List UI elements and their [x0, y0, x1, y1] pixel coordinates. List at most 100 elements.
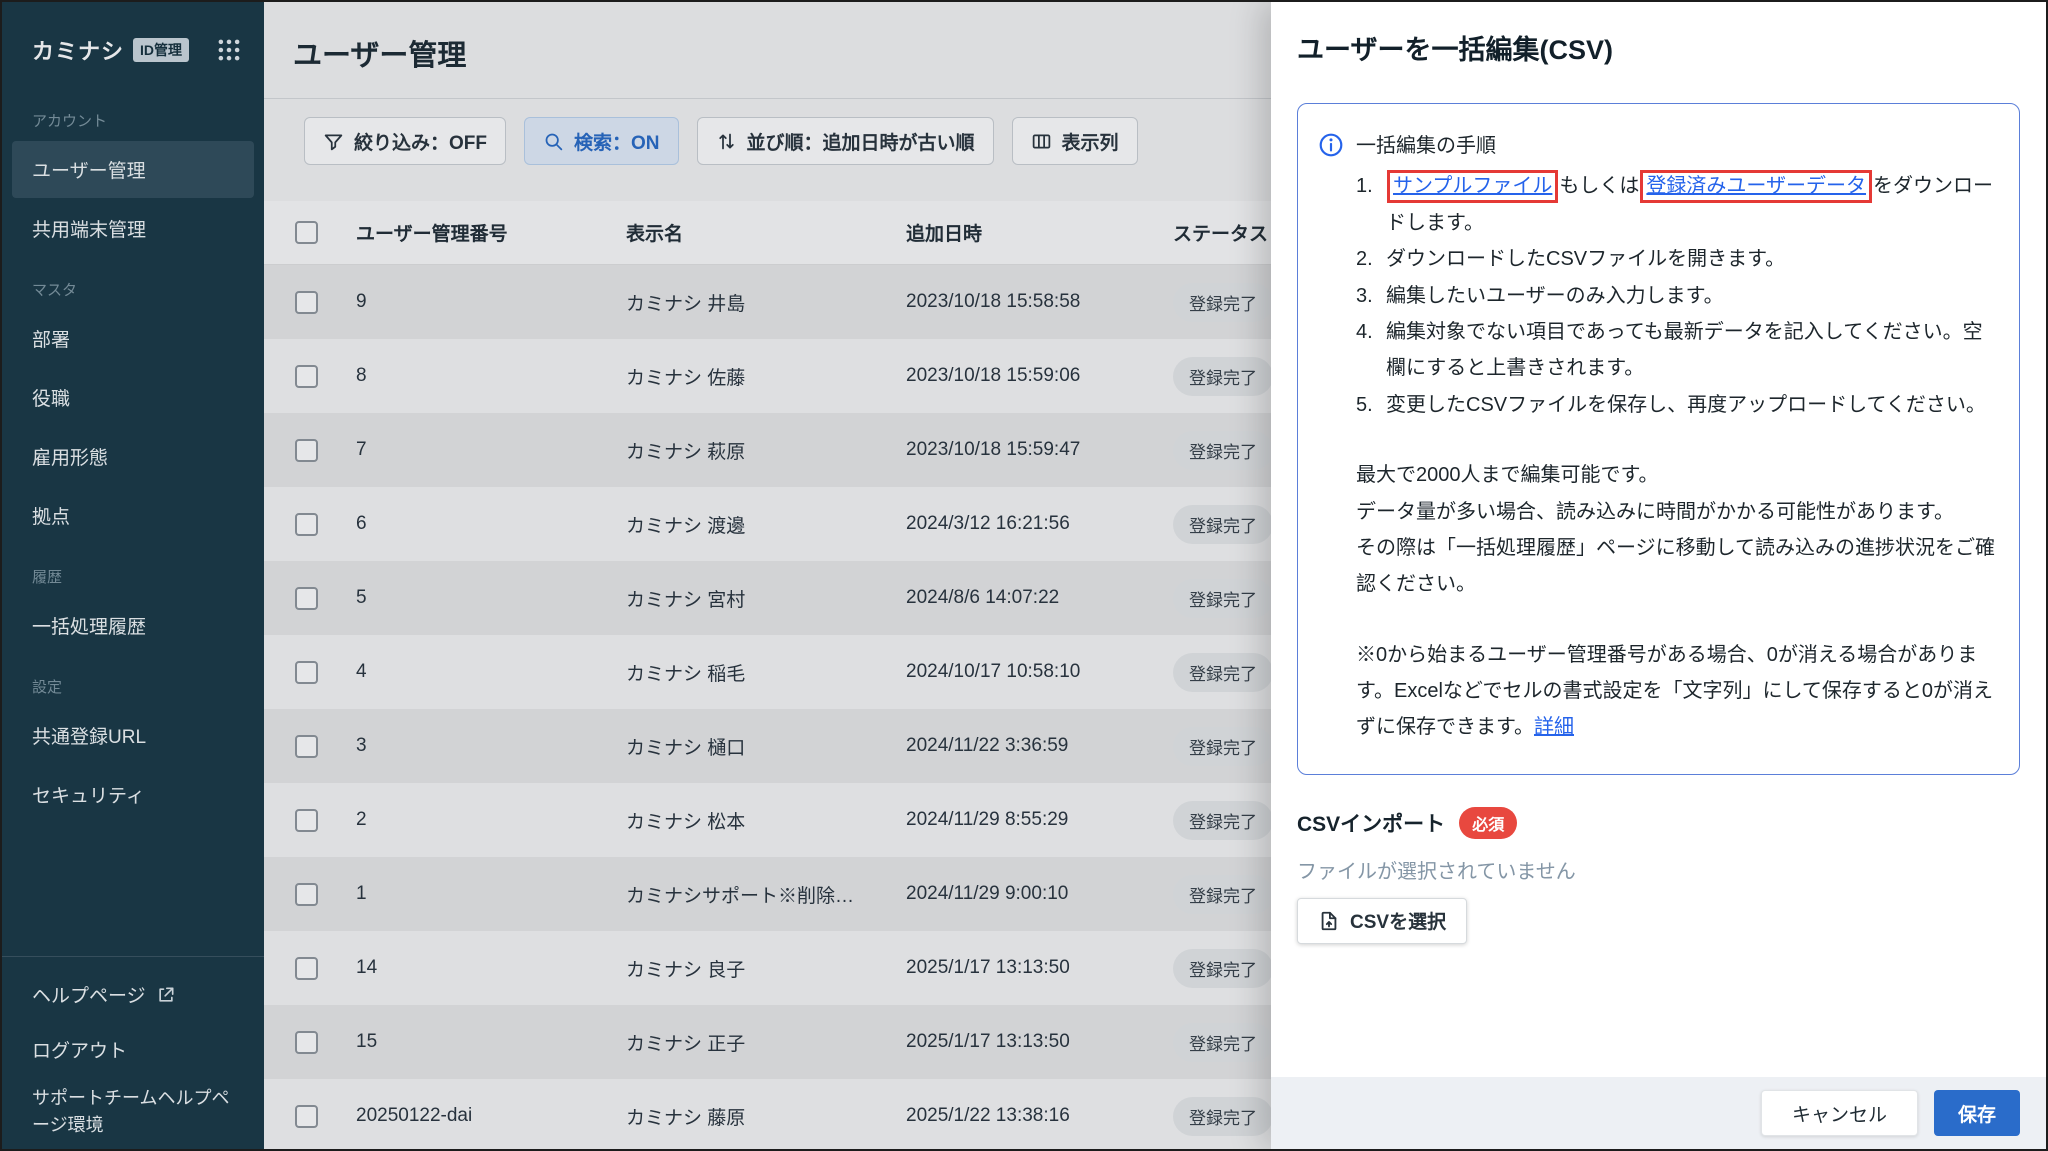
guide-step: 5. 変更したCSVファイルを保存し、再度アップロードしてください。	[1356, 387, 1997, 423]
columns-button[interactable]: 表示列	[1011, 117, 1138, 165]
required-badge: 必須	[1459, 806, 1518, 839]
row-checkbox[interactable]	[295, 882, 318, 906]
cell-user-id: 7	[356, 439, 367, 460]
guide-paragraph-line: データ量が多い場合、読み込みに時間がかかる可能性があります。	[1356, 500, 1954, 523]
row-checkbox[interactable]	[295, 290, 318, 314]
help-page-link[interactable]: ヘルプページ	[2, 967, 264, 1022]
sidebar-item[interactable]: 雇用形態	[12, 428, 254, 485]
status-badge: 登録完了	[1173, 356, 1273, 396]
row-checkbox[interactable]	[295, 734, 318, 758]
logo-text: カミナシ	[32, 39, 125, 64]
logo-badge: ID管理	[133, 38, 190, 62]
search-icon	[543, 131, 564, 152]
sidebar-item[interactable]: ユーザー管理	[12, 141, 254, 198]
row-checkbox[interactable]	[295, 586, 318, 610]
cell-added-datetime: 2025/1/22 13:38:16	[906, 1105, 1070, 1126]
cell-added-datetime: 2024/10/17 10:58:10	[906, 661, 1081, 682]
cell-added-datetime: 2024/8/6 14:07:22	[906, 587, 1060, 608]
status-badge: 登録完了	[1173, 874, 1273, 914]
logout-button[interactable]: ログアウト	[2, 1022, 264, 1077]
guide-step: 3. 編集したいユーザーのみ入力します。	[1356, 278, 1997, 314]
external-link-icon	[156, 985, 176, 1005]
cell-display-name: カミナシ 佐藤	[626, 367, 746, 389]
status-badge: 登録完了	[1173, 726, 1273, 766]
cell-display-name: カミナシ 稲毛	[626, 663, 746, 685]
sidebar-item[interactable]: 一括処理履歴	[12, 597, 254, 654]
csv-import-label: CSVインポート	[1297, 812, 1446, 836]
csv-import-row: CSVインポート 必須	[1297, 806, 2020, 839]
cell-added-datetime: 2023/10/18 15:59:06	[906, 365, 1081, 386]
info-icon	[1318, 132, 1344, 158]
sidebar-footer: ヘルプページ ログアウト サポートチームヘルプページ環境	[2, 956, 264, 1149]
step-number: 3.	[1356, 284, 1373, 307]
bulk-edit-csv-drawer: ユーザーを一括編集(CSV) 一括編集の手順 1. サンプルファイル もしくは 登録…	[1271, 2, 2046, 1149]
sidebar-item[interactable]: セキュリティ	[12, 766, 254, 823]
sidebar-section-label: アカウント	[32, 113, 108, 130]
sidebar-item[interactable]: 拠点	[12, 487, 254, 544]
cell-display-name: カミナシ 井島	[626, 293, 746, 315]
environment-label: サポートチームヘルプページ環境	[32, 1088, 230, 1135]
cell-display-name: カミナシ 正子	[626, 1033, 746, 1055]
step-text: ダウンロードしたCSVファイルを開きます。	[1386, 248, 1786, 271]
row-checkbox[interactable]	[295, 512, 318, 536]
sample-file-link[interactable]: サンプルファイル	[1393, 175, 1552, 197]
row-checkbox[interactable]	[295, 1104, 318, 1128]
save-button[interactable]: 保存	[1933, 1090, 2020, 1136]
help-page-label: ヘルプページ	[32, 986, 146, 1007]
filter-button[interactable]: 絞り込み：OFF	[304, 117, 506, 165]
sidebar-item[interactable]: 部署	[12, 310, 254, 367]
row-checkbox[interactable]	[295, 956, 318, 980]
sidebar-section-settings: 設定 共通登録URL セキュリティ	[2, 656, 264, 825]
status-badge: 登録完了	[1173, 578, 1273, 618]
step-text: 編集対象でない項目であっても最新データを記入してください。空欄にすると上書きされ…	[1386, 320, 1983, 380]
step-number: 5.	[1356, 393, 1373, 416]
row-checkbox[interactable]	[295, 808, 318, 832]
row-checkbox[interactable]	[295, 438, 318, 462]
columns-button-label: 表示列	[1061, 132, 1119, 154]
sidebar-section-label: 設定	[32, 679, 63, 696]
sidebar-section-account: アカウント ユーザー管理 共用端末管理	[2, 90, 264, 259]
cell-user-id: 15	[356, 1031, 378, 1052]
select-all-checkbox[interactable]	[295, 221, 318, 244]
detail-link[interactable]: 詳細	[1534, 716, 1574, 738]
sidebar-item[interactable]: 役職	[12, 369, 254, 426]
sidebar-item[interactable]: 共用端末管理	[12, 200, 254, 257]
cell-added-datetime: 2024/3/12 16:21:56	[906, 513, 1070, 534]
guide-step: 2. ダウンロードしたCSVファイルを開きます。	[1356, 241, 1997, 277]
row-checkbox[interactable]	[295, 364, 318, 388]
cell-user-id: 4	[356, 661, 367, 682]
cell-added-datetime: 2025/1/17 13:13:50	[906, 1031, 1070, 1052]
apps-grid-icon[interactable]	[216, 37, 242, 63]
cell-added-datetime: 2023/10/18 15:59:47	[906, 439, 1081, 460]
cancel-button[interactable]: キャンセル	[1760, 1090, 1918, 1136]
funnel-icon	[323, 131, 344, 152]
sidebar-section-master: マスタ 部署 役職 雇用形態 拠点	[2, 259, 264, 546]
col-header-added: 追加日時	[906, 224, 983, 245]
note-text: ※0から始まるユーザー管理番号がある場合、0が消える場合があります。Excelな…	[1356, 643, 1994, 739]
guide-step-1: 1. サンプルファイル もしくは 登録済みユーザーデータ をダウンロードします。	[1356, 168, 1997, 241]
step-text: サンプルファイル もしくは 登録済みユーザーデータ をダウンロードします。	[1386, 168, 1997, 241]
row-checkbox[interactable]	[295, 660, 318, 684]
search-button[interactable]: 検索：ON	[524, 117, 679, 165]
select-csv-button[interactable]: CSVを選択	[1297, 897, 1468, 944]
registered-user-data-link[interactable]: 登録済みユーザーデータ	[1646, 175, 1866, 197]
row-checkbox[interactable]	[295, 1030, 318, 1054]
guide-paragraph-line: その際は「一括処理履歴」ページに移動して読み込みの進捗状況をご確認ください。	[1356, 536, 1995, 596]
sidebar-section-history: 履歴 一括処理履歴	[2, 546, 264, 656]
guide-steps: 2. ダウンロードしたCSVファイルを開きます。 3. 編集したいユーザーのみ入…	[1356, 241, 1997, 423]
columns-icon	[1031, 131, 1052, 152]
cell-display-name: カミナシ 樋口	[626, 737, 746, 759]
file-upload-icon	[1318, 910, 1340, 932]
guide-paragraph-line: 最大で2000人まで編集可能です。	[1356, 464, 1659, 487]
step-number: 4.	[1356, 320, 1373, 343]
cell-user-id: 14	[356, 957, 378, 978]
sidebar-item[interactable]: 共通登録URL	[12, 707, 254, 764]
cell-user-id: 20250122-dai	[356, 1105, 473, 1126]
cell-user-id: 1	[356, 883, 367, 904]
cell-display-name: カミナシサポート※削除…	[626, 885, 855, 907]
cell-user-id: 2	[356, 809, 367, 830]
status-badge: 登録完了	[1173, 504, 1273, 544]
sort-button[interactable]: 並び順：追加日時が古い順	[696, 117, 994, 165]
status-badge: 登録完了	[1173, 652, 1273, 692]
select-csv-button-label: CSVを選択	[1350, 912, 1447, 934]
